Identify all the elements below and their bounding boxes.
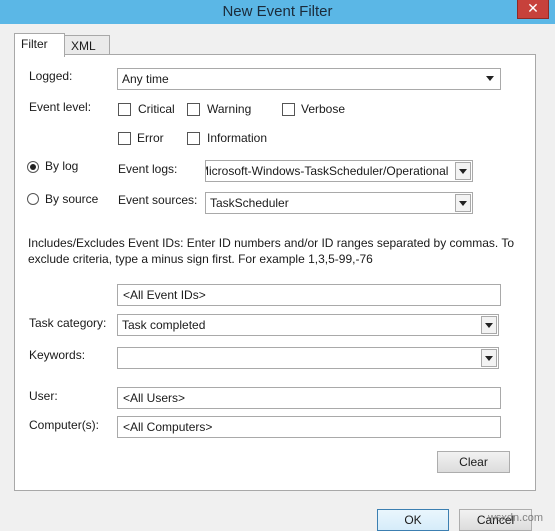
- task-category-value: Task completed: [122, 318, 206, 332]
- by-source-label: By source: [45, 192, 99, 206]
- user-input[interactable]: <All Users>: [117, 387, 501, 409]
- event-logs-value: Microsoft-Windows-TaskScheduler/Operatio…: [205, 164, 449, 178]
- logged-select[interactable]: Any time: [117, 68, 501, 90]
- error-label: Error: [137, 131, 164, 145]
- task-category-select[interactable]: Task completed: [117, 314, 499, 336]
- keywords-select[interactable]: [117, 347, 499, 369]
- event-sources-label: Event sources:: [118, 193, 198, 207]
- warning-checkbox[interactable]: [187, 103, 200, 116]
- chevron-down-icon[interactable]: [481, 316, 497, 334]
- clear-button[interactable]: Clear: [437, 451, 510, 473]
- close-icon[interactable]: ✕: [517, 0, 549, 19]
- event-sources-select[interactable]: TaskScheduler: [205, 192, 473, 214]
- logged-value: Any time: [122, 72, 169, 86]
- warning-label: Warning: [207, 102, 252, 116]
- chevron-down-icon[interactable]: [455, 162, 471, 180]
- chevron-down-icon[interactable]: [483, 70, 499, 88]
- event-ids-note: Includes/Excludes Event IDs: Enter ID nu…: [28, 236, 515, 266]
- verbose-checkbox[interactable]: [282, 103, 295, 116]
- tab-filter[interactable]: Filter: [14, 33, 65, 57]
- by-source-radio[interactable]: [27, 193, 39, 205]
- window-title: New Event Filter: [222, 3, 333, 20]
- event-logs-select[interactable]: Microsoft-Windows-TaskScheduler/Operatio…: [205, 160, 473, 182]
- verbose-label: Verbose: [301, 102, 346, 116]
- event-level-label: Event level:: [29, 100, 92, 114]
- event-ids-input[interactable]: <All Event IDs>: [117, 284, 501, 306]
- computers-input[interactable]: <All Computers>: [117, 416, 501, 438]
- by-log-radio[interactable]: [27, 161, 39, 173]
- ok-button[interactable]: OK: [377, 509, 449, 531]
- title-bar: New Event Filter ✕: [0, 0, 555, 24]
- task-category-label: Task category:: [29, 316, 107, 330]
- computers-label: Computer(s):: [29, 418, 100, 432]
- chevron-down-icon[interactable]: [455, 194, 471, 212]
- logged-label: Logged:: [29, 69, 73, 83]
- event-sources-value: TaskScheduler: [210, 196, 289, 210]
- information-label: Information: [207, 131, 268, 145]
- critical-label: Critical: [138, 102, 175, 116]
- by-log-label: By log: [45, 159, 79, 173]
- critical-checkbox[interactable]: [118, 103, 131, 116]
- information-checkbox[interactable]: [187, 132, 200, 145]
- keywords-label: Keywords:: [29, 348, 86, 362]
- chevron-down-icon[interactable]: [481, 349, 497, 367]
- user-label: User:: [29, 389, 58, 403]
- error-checkbox[interactable]: [118, 132, 131, 145]
- watermark: wsxdn.com: [487, 512, 543, 524]
- event-logs-label: Event logs:: [118, 162, 178, 176]
